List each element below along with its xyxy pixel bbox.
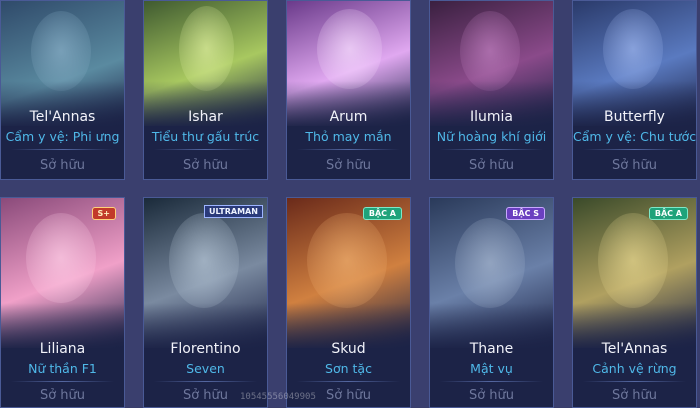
divider xyxy=(297,381,400,382)
skin-name: Sơn tặc xyxy=(325,361,372,376)
owned-status: Sở hữu xyxy=(39,158,86,173)
owned-status: Sở hữu xyxy=(325,158,372,173)
hero-name: Thane xyxy=(469,341,514,357)
divider xyxy=(297,149,400,150)
tier-badge: BẬC A xyxy=(648,207,688,220)
skin-name: Cẩm y vệ: Phi ưng xyxy=(5,129,120,144)
skin-name: Thỏ may mắn xyxy=(305,129,392,144)
skin-art xyxy=(430,1,553,126)
hero-name: Arum xyxy=(329,109,368,125)
hero-name: Ishar xyxy=(188,109,223,125)
skin-card[interactable]: Arum Thỏ may mắn Sở hữu xyxy=(286,0,411,180)
skin-art xyxy=(144,1,267,126)
divider xyxy=(154,149,257,150)
tier-badge: BẬC A xyxy=(362,207,402,220)
skin-card[interactable]: ULTRAMAN Florentino Seven Sở hữu xyxy=(143,197,268,408)
hero-name: Tel'Annas xyxy=(601,341,668,357)
divider xyxy=(11,149,114,150)
owned-status: Sở hữu xyxy=(182,158,229,173)
owned-status: Sở hữu xyxy=(611,388,658,403)
skin-art: BẬC A xyxy=(573,198,696,348)
skin-card[interactable]: Ishar Tiểu thư gấu trúc Sở hữu xyxy=(143,0,268,180)
skin-art: ULTRAMAN xyxy=(144,198,267,348)
skin-art: BẬC A xyxy=(287,198,410,348)
hero-name: Florentino xyxy=(170,341,241,357)
skin-name: Nữ thần F1 xyxy=(28,361,97,376)
skin-card[interactable]: BẬC S Thane Mật vụ Sở hữu xyxy=(429,197,554,408)
tier-badge: BẬC S xyxy=(506,207,545,220)
owned-status: Sở hữu xyxy=(611,158,658,173)
skin-name: Seven xyxy=(186,361,225,376)
owned-status: Sở hữu xyxy=(468,158,515,173)
tier-badge: S+ xyxy=(91,207,116,220)
skin-card[interactable]: Tel'Annas Cẩm y vệ: Phi ưng Sở hữu xyxy=(0,0,125,180)
divider xyxy=(11,381,114,382)
divider xyxy=(583,149,686,150)
skin-card[interactable]: Butterfly Cẩm y vệ: Chu tước Sở hữu xyxy=(572,0,697,180)
hero-name: Liliana xyxy=(39,341,86,357)
skin-name: Nữ hoàng khí giới xyxy=(436,129,547,144)
skin-art xyxy=(573,1,696,126)
divider xyxy=(440,149,543,150)
owned-status: Sở hữu xyxy=(39,388,86,403)
skin-art xyxy=(287,1,410,126)
skin-name: Cảnh vệ rừng xyxy=(592,361,677,376)
hero-name: Ilumia xyxy=(470,109,513,125)
skin-card[interactable]: S+ Liliana Nữ thần F1 Sở hữu xyxy=(0,197,125,408)
skin-art: S+ xyxy=(1,198,124,348)
hero-name: Skud xyxy=(331,341,366,357)
skin-name: Tiểu thư gấu trúc xyxy=(151,129,260,144)
hero-name: Tel'Annas xyxy=(29,109,96,125)
skin-art xyxy=(1,1,124,126)
watermark: 10545556049905 xyxy=(240,392,316,402)
divider xyxy=(440,381,543,382)
hero-name: Butterfly xyxy=(604,109,665,125)
skin-card[interactable]: BẬC A Tel'Annas Cảnh vệ rừng Sở hữu xyxy=(572,197,697,408)
skin-grid: Tel'Annas Cẩm y vệ: Phi ưng Sở hữu Ishar… xyxy=(0,0,700,408)
skin-art: BẬC S xyxy=(430,198,553,348)
skin-card[interactable]: Ilumia Nữ hoàng khí giới Sở hữu xyxy=(429,0,554,180)
divider xyxy=(583,381,686,382)
collab-badge: ULTRAMAN xyxy=(204,205,263,218)
divider xyxy=(154,381,257,382)
owned-status: Sở hữu xyxy=(468,388,515,403)
skin-name: Mật vụ xyxy=(470,361,513,376)
skin-name: Cẩm y vệ: Chu tước xyxy=(573,129,697,144)
skin-card[interactable]: BẬC A Skud Sơn tặc Sở hữu xyxy=(286,197,411,408)
